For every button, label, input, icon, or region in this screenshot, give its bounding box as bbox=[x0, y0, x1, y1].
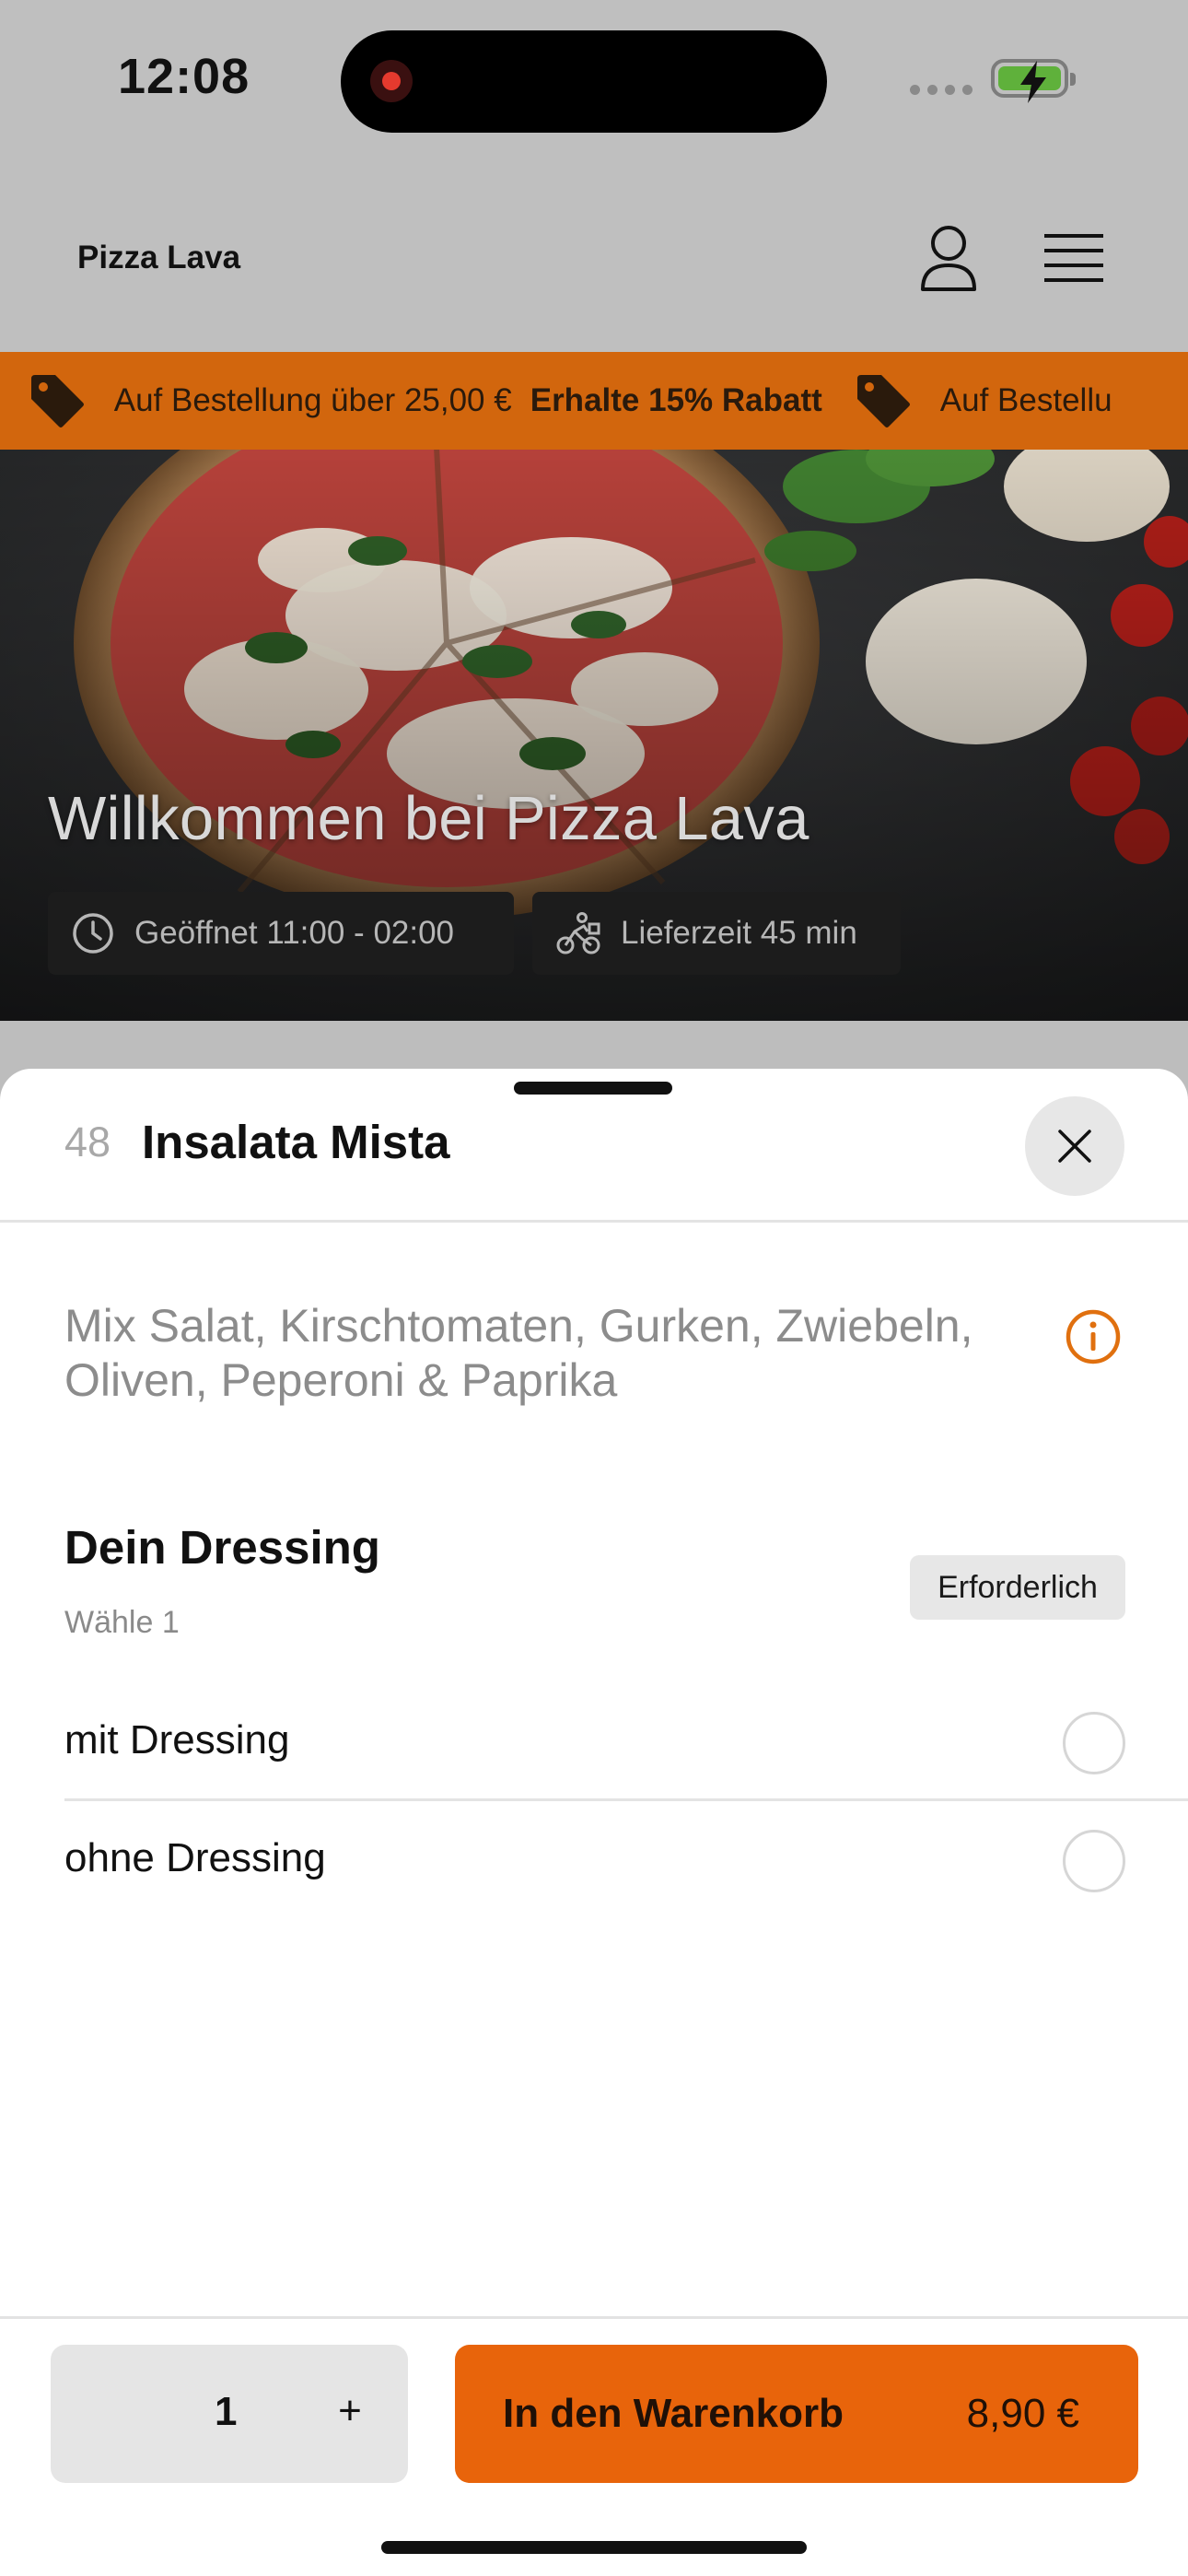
option-mit-dressing[interactable]: mit Dressing bbox=[64, 1686, 1125, 1800]
info-icon[interactable] bbox=[1065, 1308, 1122, 1365]
product-description: Mix Salat, Kirschtomaten, Gurken, Zwiebe… bbox=[64, 1300, 973, 1406]
clock-icon bbox=[73, 913, 113, 954]
add-to-cart-label: In den Warenkorb bbox=[503, 2391, 844, 2436]
close-button[interactable] bbox=[1025, 1096, 1124, 1196]
tag-icon bbox=[30, 375, 84, 427]
hero-title: Willkommen bei Pizza Lava bbox=[48, 784, 809, 853]
status-bar: 12:08 bbox=[0, 0, 1188, 166]
product-title: Insalata Mista bbox=[142, 1116, 450, 1168]
option-group-title: Dein Dressing bbox=[64, 1521, 380, 1574]
battery-icon bbox=[991, 59, 1076, 103]
opening-hours-chip: Geöffnet 11:00 - 02:00 bbox=[48, 892, 514, 975]
delivery-bike-icon bbox=[556, 912, 600, 954]
increment-button[interactable]: + bbox=[327, 2385, 373, 2437]
recording-indicator-icon bbox=[370, 60, 413, 102]
add-to-cart-button[interactable]: In den Warenkorb 8,90 € bbox=[455, 2345, 1138, 2483]
promo-text: Auf Bestellung über 25,00 € bbox=[113, 382, 512, 418]
promo-text: Auf Bestellu bbox=[939, 382, 1112, 418]
quantity-value: 1 bbox=[215, 2389, 238, 2434]
quantity-stepper: 1 + bbox=[51, 2345, 408, 2483]
opening-hours-text: Geöffnet 11:00 - 02:00 bbox=[134, 915, 455, 951]
price-label: 8,90 € bbox=[966, 2391, 1079, 2436]
tag-icon bbox=[856, 375, 910, 427]
radio-button[interactable] bbox=[1063, 1830, 1125, 1892]
product-sheet: 48 Insalata Mista Mix Salat, Kirschtomat… bbox=[0, 1069, 1188, 2576]
signal-icon bbox=[910, 85, 973, 95]
option-ohne-dressing[interactable]: ohne Dressing bbox=[64, 1804, 1125, 1918]
promo-marquee: t Auf Bestellung über 25,00 € Erhalte 15… bbox=[0, 352, 1112, 450]
product-number: 48 bbox=[64, 1118, 111, 1165]
required-badge: Erforderlich bbox=[910, 1555, 1125, 1620]
dynamic-island bbox=[341, 30, 827, 133]
status-time: 12:08 bbox=[118, 49, 250, 104]
radio-button[interactable] bbox=[1063, 1712, 1125, 1774]
option-label: ohne Dressing bbox=[64, 1835, 326, 1880]
home-indicator[interactable] bbox=[381, 2541, 807, 2554]
divider bbox=[0, 2316, 1188, 2319]
option-label: mit Dressing bbox=[64, 1717, 290, 1762]
user-icon[interactable] bbox=[919, 225, 978, 293]
divider bbox=[0, 1220, 1188, 1223]
delivery-time-text: Lieferzeit 45 min bbox=[621, 915, 857, 951]
brand-name[interactable]: Pizza Lava bbox=[77, 240, 240, 276]
close-icon bbox=[1058, 1130, 1091, 1163]
menu-icon[interactable] bbox=[1044, 232, 1103, 286]
promo-highlight: Erhalte 15% Rabatt bbox=[530, 382, 822, 418]
option-group-subtitle: Wähle 1 bbox=[64, 1605, 180, 1640]
divider bbox=[64, 1798, 1188, 1801]
delivery-time-chip: Lieferzeit 45 min bbox=[532, 892, 901, 975]
page-background bbox=[0, 1021, 1188, 1076]
promo-banner: t Auf Bestellung über 25,00 € Erhalte 15… bbox=[0, 352, 1188, 450]
hero-banner: Willkommen bei Pizza Lava Geöffnet 11:00… bbox=[0, 450, 1188, 1021]
sheet-grabber[interactable] bbox=[514, 1082, 672, 1095]
app-header: Pizza Lava bbox=[0, 166, 1188, 352]
